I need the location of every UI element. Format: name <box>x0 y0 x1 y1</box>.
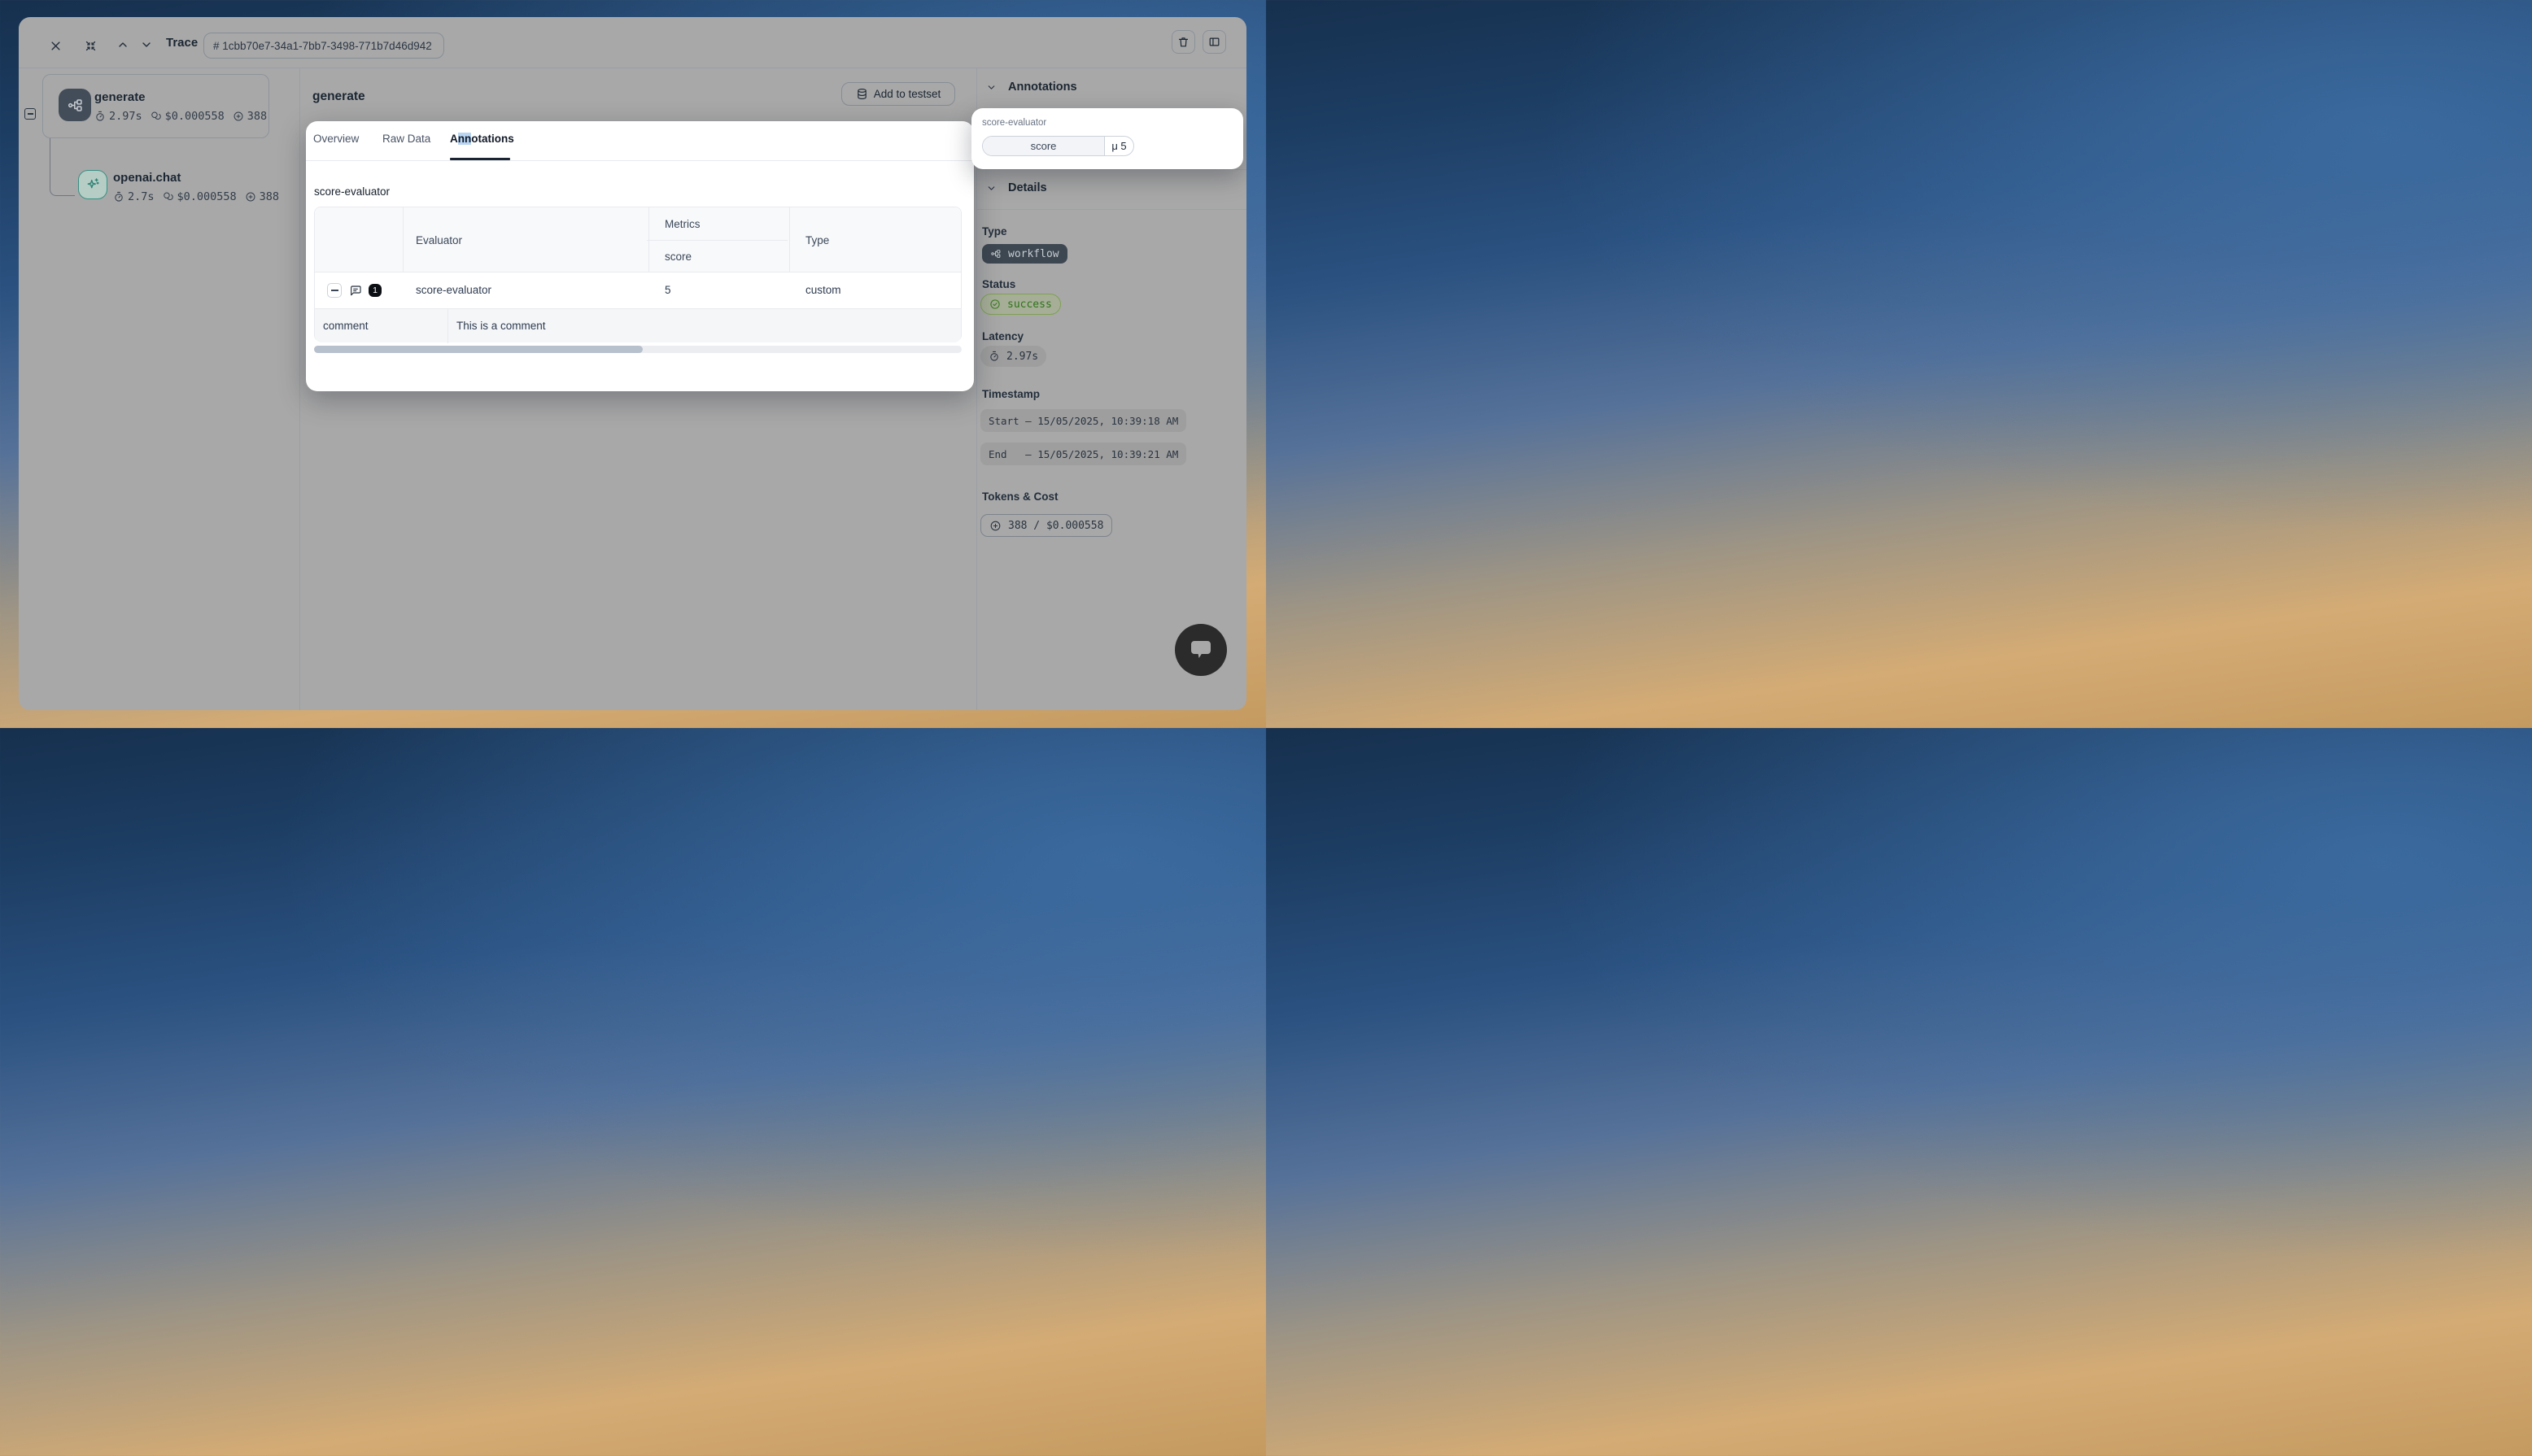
chevron-up-icon[interactable] <box>113 35 133 54</box>
comment-row: comment This is a comment <box>315 308 961 342</box>
stopwatch-icon <box>989 351 1000 362</box>
metric-name[interactable]: score <box>983 137 1105 155</box>
tree-connector <box>50 138 75 196</box>
node-tokens: 388 <box>233 110 267 123</box>
section-divider <box>976 169 1246 170</box>
node-title: generate <box>94 90 146 104</box>
chevron-down-icon <box>986 183 997 194</box>
coins-icon <box>163 191 174 203</box>
col-header-type: Type <box>805 234 829 246</box>
annotations-table: Evaluator Metrics score Type 1 score-eva… <box>314 207 962 342</box>
stopwatch-icon <box>113 191 124 203</box>
chevron-down-icon[interactable] <box>137 35 156 54</box>
chat-widget-button[interactable] <box>1175 624 1227 676</box>
cell-evaluator: score-evaluator <box>416 284 491 296</box>
sidebar-divider[interactable] <box>299 68 300 710</box>
tree-node-generate[interactable]: generate 2.97s $0.000558 388 <box>42 74 269 138</box>
col-header-evaluator: Evaluator <box>416 234 462 246</box>
type-badge: workflow <box>982 244 1067 264</box>
table-header <box>315 207 961 272</box>
check-circle-icon <box>989 299 1001 310</box>
timestamp-label: Timestamp <box>982 388 1040 400</box>
tree-node-openai-chat[interactable]: openai.chat 2.7s $0.000558 388 <box>78 170 298 219</box>
node-latency: 2.7s <box>113 190 155 203</box>
trace-viewer-modal: Trace # 1cbb70e7-34a1-7bb7-3498-771b7d46… <box>19 17 1246 710</box>
panel-layout-icon <box>1208 36 1220 48</box>
page-title: Trace <box>166 36 198 50</box>
cell-score: 5 <box>665 284 671 296</box>
workflow-icon <box>990 248 1002 259</box>
span-title: generate <box>312 89 365 104</box>
evaluator-section-label: score-evaluator <box>314 185 390 198</box>
col-header-metrics: Metrics <box>665 218 701 230</box>
comment-count-badge[interactable]: 1 <box>369 284 382 297</box>
annotations-section-header[interactable]: Annotations <box>986 81 1077 94</box>
status-label: Status <box>982 278 1015 290</box>
add-to-testset-label: Add to testset <box>874 88 941 100</box>
coins-icon <box>151 111 162 122</box>
comment-value: This is a comment <box>456 320 546 332</box>
trace-id-badge[interactable]: # 1cbb70e7-34a1-7bb7-3498-771b7d46d942 <box>203 33 444 59</box>
annotation-evaluator-label: score-evaluator <box>982 118 1046 128</box>
metric-mean-value: μ 5 <box>1105 137 1133 155</box>
row-collapse-toggle[interactable] <box>327 283 342 298</box>
node-latency: 2.97s <box>94 110 142 123</box>
timestamp-end-badge: End – 15/05/2025, 10:39:21 AM <box>980 442 1186 465</box>
add-to-testset-button[interactable]: Add to testset <box>841 82 955 106</box>
node-cost: $0.000558 <box>151 110 225 123</box>
database-icon <box>856 88 868 100</box>
delete-trace-button[interactable] <box>1172 30 1195 54</box>
details-section-header[interactable]: Details <box>986 181 1047 194</box>
table-row[interactable]: 1 score-evaluator 5 custom <box>315 272 961 308</box>
trash-icon <box>1177 36 1190 48</box>
chevron-down-icon <box>986 82 997 93</box>
toggle-panel-button[interactable] <box>1203 30 1226 54</box>
collapse-icon[interactable] <box>81 36 100 55</box>
latency-label: Latency <box>982 330 1024 342</box>
score-metric-pill[interactable]: score μ 5 <box>982 136 1134 156</box>
tab-raw-data[interactable]: Raw Data <box>382 133 430 145</box>
cell-type: custom <box>805 284 841 296</box>
annotation-score-card: score-evaluator score μ 5 <box>971 108 1243 169</box>
comment-key: comment <box>323 320 369 332</box>
tab-annotations[interactable]: Annotations <box>450 133 514 145</box>
sparkles-icon <box>78 170 107 199</box>
horizontal-scrollbar[interactable] <box>314 346 962 353</box>
tokens-cost-badge: 388 / $0.000558 <box>980 514 1112 537</box>
tabs-divider <box>306 160 974 161</box>
status-badge: success <box>980 294 1061 315</box>
timestamp-start-badge: Start – 15/05/2025, 10:39:18 AM <box>980 409 1186 432</box>
section-divider <box>976 209 1246 210</box>
stopwatch-icon <box>94 111 106 122</box>
plus-circle-icon <box>245 191 256 203</box>
close-icon[interactable] <box>46 36 65 55</box>
tree-collapse-toggle[interactable] <box>24 108 36 120</box>
scrollbar-thumb[interactable] <box>314 346 643 353</box>
chat-bubble-icon <box>1188 638 1214 662</box>
tab-overview[interactable]: Overview <box>313 133 359 145</box>
tokens-cost-label: Tokens & Cost <box>982 490 1059 503</box>
node-cost: $0.000558 <box>163 190 237 203</box>
comment-icon[interactable] <box>349 284 362 297</box>
col-header-metric-score: score <box>665 251 692 263</box>
node-title: openai.chat <box>113 171 181 185</box>
workflow-icon <box>59 89 91 121</box>
node-tokens: 388 <box>245 190 279 203</box>
trace-id: # 1cbb70e7-34a1-7bb7-3498-771b7d46d942 <box>213 40 432 52</box>
span-detail-card: Overview Raw Data Annotations score-eval… <box>306 121 974 391</box>
plus-circle-icon <box>989 520 1002 532</box>
latency-badge: 2.97s <box>980 346 1046 367</box>
plus-circle-icon <box>233 111 244 122</box>
type-label: Type <box>982 225 1007 238</box>
